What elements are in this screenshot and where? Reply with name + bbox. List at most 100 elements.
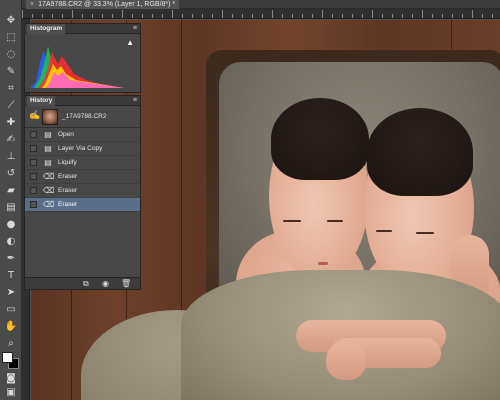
brush-tool-icon[interactable]: ✍ [3,133,19,147]
ruler-tick [312,14,313,18]
quick-select-tool-icon[interactable]: ✎ [3,65,19,79]
ruler-tick [472,10,473,18]
type-tool-icon[interactable]: T [3,269,19,283]
tools-panel: ✥ ⬚ ◌ ✎ ⌗ ⟋ ✚ ✍ ⊥ ↺ ▰ ▤ ● ◐ ✒ T ➤ ▭ ✋ ⌕ … [0,0,22,400]
ruler-tick [152,14,153,18]
ruler-tick [182,14,183,18]
history-tab[interactable]: History [27,96,56,106]
ruler-tick [282,14,283,18]
new-document-from-state-icon[interactable]: ⧉ [83,279,89,289]
ruler-tick [62,14,63,18]
ruler-tick [302,14,303,18]
history-source-checkbox[interactable] [30,173,37,180]
lasso-tool-icon[interactable]: ◌ [3,48,19,62]
history-source-checkbox[interactable] [30,145,37,152]
ruler-tick [432,14,433,18]
ruler-tick [392,14,393,18]
ruler-tick [82,14,83,18]
gradient-tool-icon[interactable]: ▤ [3,201,19,215]
baby-left-hair [271,98,369,180]
hand-tool-icon[interactable]: ✋ [3,320,19,334]
ruler-tick [92,14,93,18]
cache-warning-icon[interactable]: ▲ [126,38,134,47]
histogram-tab[interactable]: Histogram [27,24,66,34]
history-source-checkbox[interactable] [30,201,37,208]
blur-tool-icon[interactable]: ● [3,218,19,232]
baby-left-mouth [318,262,328,265]
history-source-checkbox[interactable] [30,159,37,166]
ruler-tick [402,14,403,18]
trash-icon[interactable]: 🗑 [121,279,131,289]
history-state[interactable]: ⌫ Eraser [25,184,140,198]
history-state[interactable]: ▤ Open [25,128,140,142]
panel-menu-icon[interactable]: ≡ [133,24,137,34]
baby-left-eye [327,220,343,222]
healing-brush-tool-icon[interactable]: ✚ [3,116,19,130]
ruler-tick [252,14,253,18]
ruler-tick [422,10,423,18]
document-tab[interactable]: × 17A9788.CR2 @ 33.3% (Layer 1, RGB/8*) * [26,0,180,9]
path-select-tool-icon[interactable]: ➤ [3,286,19,300]
ruler-tick [262,14,263,18]
camera-icon[interactable]: ◉ [102,279,109,289]
zoom-tool-icon[interactable]: ⌕ [3,337,19,351]
baby-right-eye [376,230,392,232]
histogram-panel-header: Histogram ≡ [25,24,140,34]
history-state[interactable]: ▤ Liquify [25,156,140,170]
history-state[interactable]: ⌫ Eraser [25,170,140,184]
rectangle-tool-icon[interactable]: ▭ [3,303,19,317]
ruler-tick [462,14,463,18]
photoshop-window: ✥ ⬚ ◌ ✎ ⌗ ⟋ ✚ ✍ ⊥ ↺ ▰ ▤ ● ◐ ✒ T ➤ ▭ ✋ ⌕ … [0,0,500,400]
ruler-tick [122,10,123,18]
crop-tool-icon[interactable]: ⌗ [3,82,19,96]
ruler-tick [242,14,243,18]
histogram-graph [30,46,124,88]
ruler-tick [232,14,233,18]
history-snapshot[interactable]: ✍ _17A9788.CR2 [25,106,140,128]
history-state-label: Liquify [58,159,77,166]
ruler-tick [362,14,363,18]
ruler-tick [492,14,493,18]
move-tool-icon[interactable]: ✥ [3,14,19,28]
histogram-body: ▲ [25,34,140,92]
eraser-icon: ⌫ [43,200,55,209]
baby-hand [326,342,366,380]
history-state-label: Open [58,131,74,138]
foreground-color-swatch[interactable] [2,352,13,363]
ruler-tick [482,14,483,18]
ruler-tick [202,14,203,18]
clone-stamp-tool-icon[interactable]: ⊥ [3,150,19,164]
dodge-tool-icon[interactable]: ◐ [3,235,19,249]
ruler-tick [212,14,213,18]
history-panel: History ≡ ✍ _17A9788.CR2 ▤ Open ▤ Layer … [24,95,141,290]
ruler-tick [52,14,53,18]
eraser-tool-icon[interactable]: ▰ [3,184,19,198]
snapshot-thumbnail [42,109,58,125]
marquee-tool-icon[interactable]: ⬚ [3,31,19,45]
panel-menu-icon[interactable]: ≡ [133,96,137,106]
history-source-checkbox[interactable] [30,131,37,138]
ruler-tick [442,14,443,18]
history-brush-source-icon[interactable]: ✍ [29,110,40,121]
close-tab-icon[interactable]: × [30,1,34,8]
snapshot-label: _17A9788.CR2 [62,113,107,120]
history-list-empty-area [25,212,140,282]
ruler-tick [162,14,163,18]
screen-mode-icon[interactable]: ▣ [3,386,19,400]
ruler-tick [412,14,413,18]
history-source-checkbox[interactable] [30,187,37,194]
ruler-tick [172,10,173,18]
ruler-tick [382,14,383,18]
history-state[interactable]: ▤ Layer Via Copy [25,142,140,156]
pen-tool-icon[interactable]: ✒ [3,252,19,266]
history-brush-tool-icon[interactable]: ↺ [3,167,19,181]
quick-mask-icon[interactable]: ◙ [3,372,19,386]
history-state-selected[interactable]: ⌫ Eraser [25,198,140,212]
document-icon: ▤ [44,130,52,139]
ruler-tick [112,14,113,18]
eyedropper-tool-icon[interactable]: ⟋ [3,99,19,113]
document-tab-bar: × 17A9788.CR2 @ 33.3% (Layer 1, RGB/8*) * [22,0,500,9]
ruler-tick [452,14,453,18]
histogram-panel: Histogram ≡ ▲ [24,23,141,93]
baby-left-eye [283,220,301,222]
